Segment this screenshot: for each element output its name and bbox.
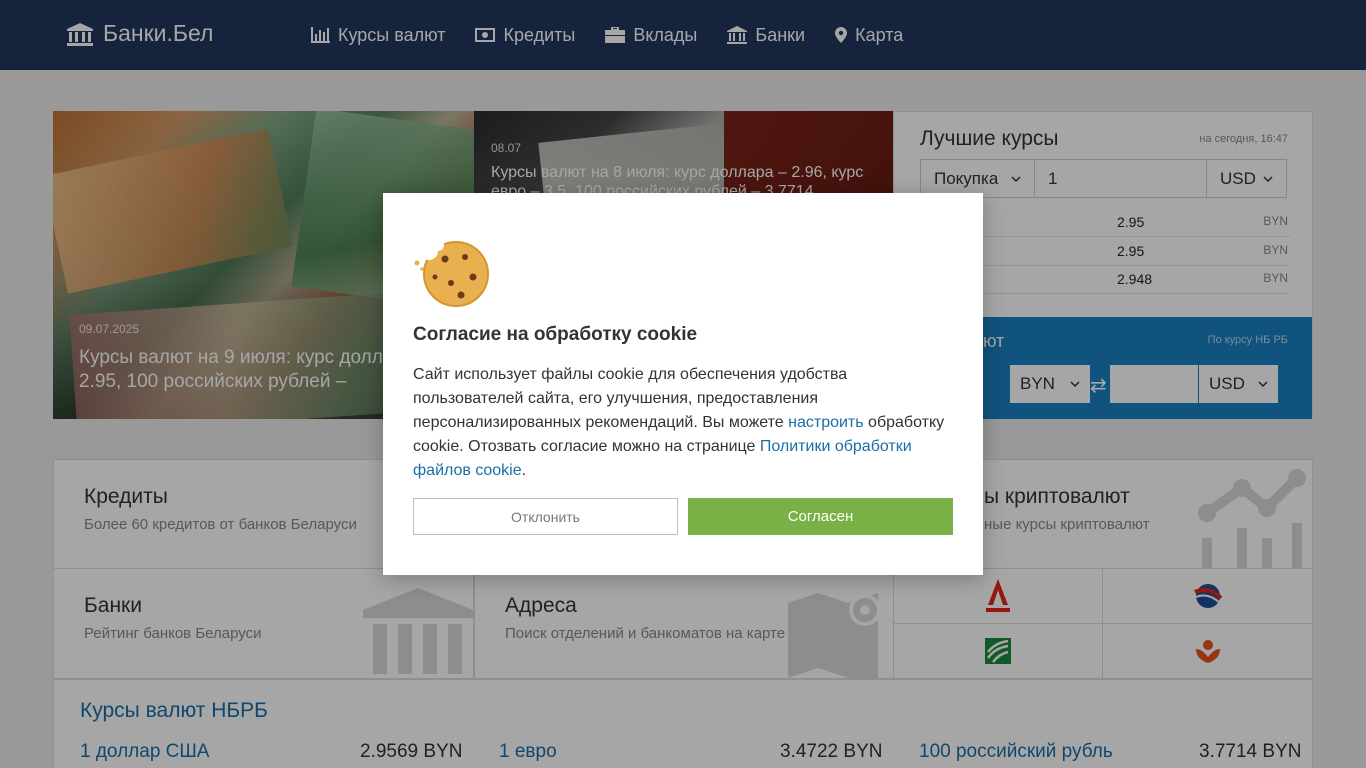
accept-button[interactable]: Согласен — [688, 498, 953, 535]
modal-title: Согласие на обработку cookie — [413, 324, 698, 345]
cookie-consent-modal: Согласие на обработку cookie Сайт исполь… — [383, 193, 983, 575]
modal-text: Сайт использует файлы cookie для обеспеч… — [413, 366, 945, 479]
decline-button[interactable]: Отклонить — [413, 498, 678, 535]
cookie-icon — [414, 239, 489, 307]
configure-cookies-link[interactable]: настроить — [788, 414, 863, 431]
